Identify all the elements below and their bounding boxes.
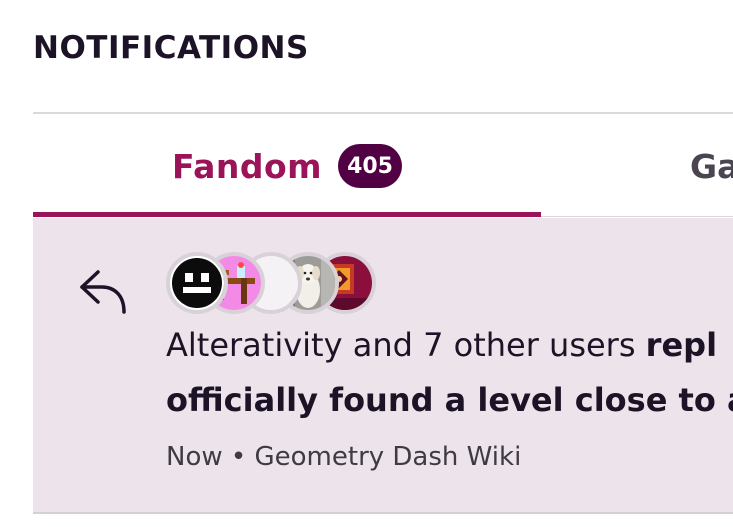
tabs-divider bbox=[541, 216, 733, 217]
tab-fandom-label: Fandom bbox=[171, 146, 323, 186]
notification-time: Now bbox=[166, 442, 223, 472]
meta-separator: • bbox=[230, 442, 247, 472]
avatar-stack bbox=[166, 252, 386, 316]
notification-text-line-2: officially found a level close to as bbox=[166, 373, 733, 428]
page-title: NOTIFICATIONS bbox=[33, 30, 309, 66]
notification-divider bbox=[33, 512, 733, 514]
notifications-page: NOTIFICATIONS Fandom 405 Ga Alterativity… bbox=[0, 0, 733, 527]
notification-text: Alterativity and 7 other users repl offi… bbox=[166, 318, 733, 428]
tab-games[interactable]: Ga bbox=[690, 114, 733, 218]
reply-icon bbox=[78, 266, 128, 316]
unread-count-badge: 405 bbox=[338, 144, 403, 188]
notification-post-title: officially found a level close to as bbox=[166, 381, 733, 419]
notification-meta: Now • Geometry Dash Wiki bbox=[166, 442, 521, 472]
notification-text-line-1: Alterativity and 7 other users repl bbox=[166, 318, 733, 373]
active-tab-indicator bbox=[33, 212, 541, 217]
notification-wiki-name[interactable]: Geometry Dash Wiki bbox=[255, 442, 522, 472]
notification-action-text: repl bbox=[645, 326, 718, 364]
notification-actor-text: Alterativity and 7 other users bbox=[166, 326, 646, 364]
tab-games-label: Ga bbox=[690, 146, 733, 186]
tab-fandom[interactable]: Fandom 405 bbox=[33, 114, 541, 218]
notification-tabs: Fandom 405 Ga bbox=[33, 114, 733, 218]
avatar-black-face[interactable] bbox=[166, 252, 228, 314]
